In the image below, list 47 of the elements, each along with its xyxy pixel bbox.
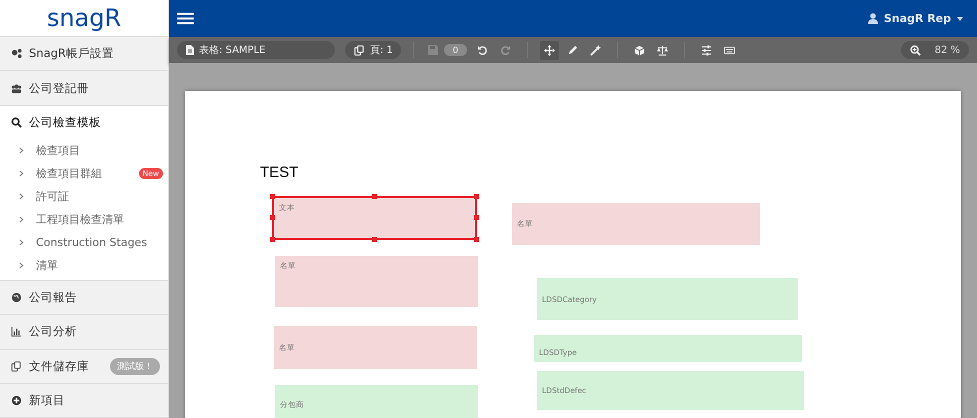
document-icon [186,45,194,55]
pencil-icon [567,44,578,56]
user-icon [868,13,878,24]
submenu-item[interactable]: 工程項目檢查清單 [0,208,168,231]
user-menu[interactable]: SnagR Rep [862,11,969,26]
plus-icon [11,394,22,406]
scale-icon [657,44,668,56]
menu-button[interactable] [177,12,194,25]
copy-icon [354,44,365,56]
sidebar-item[interactable]: 公司報告 [0,280,168,316]
copy-icon [11,360,22,372]
chevron-right-icon [19,238,24,246]
page-button[interactable]: 頁: 1 [345,41,401,59]
zoom-in-icon [910,44,921,56]
chevron-right-icon [19,216,24,223]
undo-icon [477,44,488,56]
cube-icon [634,44,646,56]
menu-icon [177,12,194,25]
beta-badge: 測試版！ [110,358,160,375]
sidebar-item[interactable]: SnagR帳戶設置 [0,37,168,72]
form-name-field: 表格: SAMPLE [177,41,335,59]
redo-icon [500,44,512,56]
submenu-item[interactable]: Construction Stages [0,230,168,254]
sidebar-item[interactable]: 公司檢查模板 [0,106,168,139]
sidebar-item[interactable]: 文件儲存庫 測試版！ [0,350,168,384]
sliders-icon [701,44,712,56]
count-badge: 0 [444,44,468,56]
caret-icon [957,16,963,20]
chevron-right-icon [19,170,24,177]
sidebar-item[interactable]: 公司分析 [0,315,168,350]
chevron-right-icon [19,146,24,154]
snagr-logo: snagR [0,0,168,38]
chevron-right-icon [19,262,24,269]
chart-icon [11,326,22,338]
chevron-right-icon [19,192,24,200]
move-tool-button[interactable] [540,40,560,60]
keyboard-icon [724,44,736,56]
move-icon [544,44,556,56]
users-icon [11,82,22,94]
form-title: TEST [260,164,298,181]
zoom-control[interactable]: 82 % [901,41,969,59]
sidebar-item[interactable]: 新項目 [0,384,168,418]
submenu-item[interactable]: 檢查項目 [0,138,168,162]
submenu-item[interactable]: 許可証 [0,184,168,208]
submenu-item[interactable]: 清單 [0,254,168,277]
wand-icon [590,44,602,56]
search-icon [11,116,22,128]
